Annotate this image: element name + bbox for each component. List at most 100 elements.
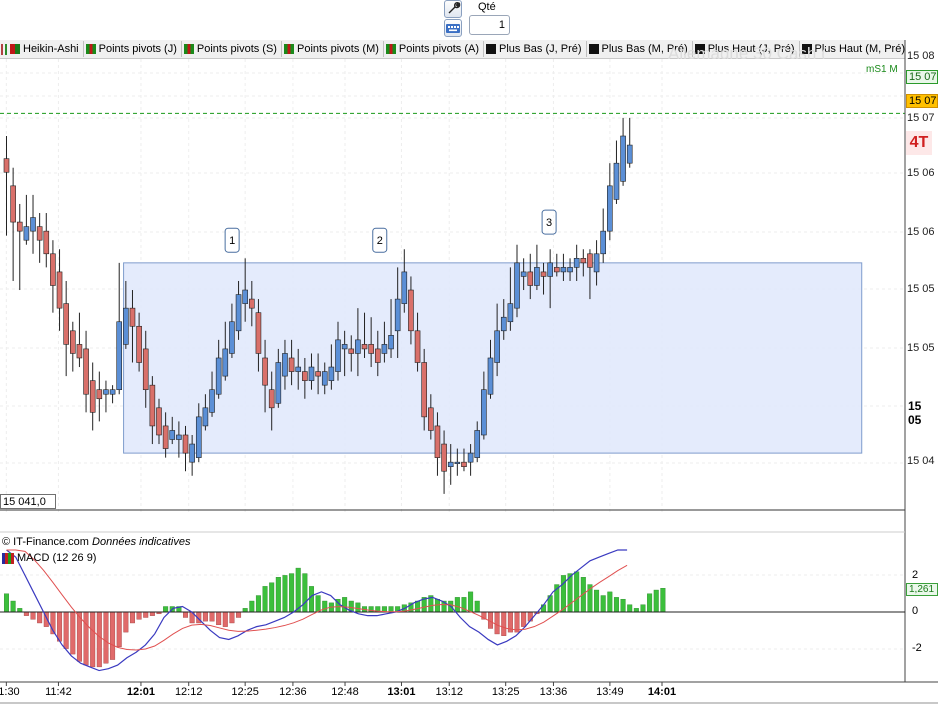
macd-histogram-bar <box>494 611 500 635</box>
candle-body <box>30 217 36 232</box>
candle-body <box>149 384 156 427</box>
candle-body <box>255 312 262 354</box>
candle-body <box>83 348 89 395</box>
macd-histogram-bar <box>322 600 328 613</box>
candle-body <box>461 461 467 468</box>
candle-body <box>593 253 600 273</box>
candle-body <box>123 307 129 345</box>
candle-body <box>109 389 116 395</box>
cursor-value-label: 15 041,0 <box>0 494 56 509</box>
candle-body <box>215 357 222 395</box>
macd-histogram-bar <box>434 598 440 613</box>
candle-body <box>348 348 355 354</box>
macd-histogram-bar <box>209 611 215 622</box>
price-chart[interactable]: 1 2 3 <box>0 0 938 704</box>
macd-histogram-bar <box>607 591 613 613</box>
time-tick-label: 13:49 <box>596 686 624 698</box>
macd-histogram-bar <box>647 593 653 613</box>
candle-body <box>573 258 580 268</box>
candle-body <box>195 416 202 458</box>
macd-histogram-bar <box>116 611 122 647</box>
annotation-label: 1 <box>229 235 235 247</box>
price-tick-label: 15 05 <box>907 283 935 295</box>
time-tick-label: 13:01 <box>387 686 416 698</box>
candle-body <box>162 425 169 449</box>
candle-body <box>288 357 295 372</box>
candle-body <box>408 289 414 332</box>
macd-histogram-bar <box>63 611 69 649</box>
candle-body <box>275 362 282 404</box>
macd-histogram-bar <box>23 611 29 616</box>
macd-histogram-bar <box>70 611 76 655</box>
macd-histogram-bar <box>255 595 261 613</box>
macd-histogram-bar <box>202 611 208 622</box>
macd-histogram-bar <box>388 606 394 613</box>
macd-histogram-bar <box>216 611 222 626</box>
candle-body <box>560 267 567 273</box>
candle-body <box>401 271 408 304</box>
candle-body <box>613 162 620 200</box>
bold-price-label: 15 05 <box>908 399 922 427</box>
candle-body <box>182 434 189 454</box>
candle-body <box>242 289 248 304</box>
candle-body <box>50 253 56 286</box>
candle-body <box>23 226 30 241</box>
candle-body <box>308 366 315 381</box>
macd-histogram-bar <box>627 604 633 613</box>
time-tick-label: 12:36 <box>279 686 307 698</box>
candle-body <box>368 344 374 354</box>
candle-body <box>587 253 593 268</box>
annotation-marker: 3 <box>541 209 557 235</box>
time-tick-label: 13:36 <box>539 686 568 698</box>
macd-histogram-bar <box>123 611 129 633</box>
macd-histogram-bar <box>149 611 155 616</box>
macd-histogram-bar <box>474 600 480 613</box>
time-tick-label: 14:01 <box>647 686 677 698</box>
candle-body <box>96 389 103 400</box>
candle-body <box>249 298 255 309</box>
macd-histogram-bar <box>613 597 619 613</box>
annotation-label: 2 <box>377 235 383 247</box>
macd-histogram-bar <box>600 595 606 613</box>
macd-histogram-bar <box>136 611 142 620</box>
macd-histogram-bar <box>129 611 135 624</box>
price-tick-label: 15 06 <box>907 226 935 238</box>
macd-histogram-bar <box>567 573 573 613</box>
candle-body <box>202 407 209 427</box>
candle-body <box>381 344 388 354</box>
current-price-label: 15 07 <box>906 94 938 108</box>
candle-body <box>434 425 441 458</box>
candle-body <box>421 362 427 418</box>
candle-body <box>235 294 242 332</box>
candle-body <box>534 267 540 286</box>
macd-histogram-bar <box>37 611 43 624</box>
candle-body <box>36 226 43 241</box>
macd-histogram-bar <box>90 611 96 668</box>
time-tick-label: 12:01 <box>126 686 156 698</box>
timeframe-badge[interactable]: 4T <box>906 131 932 155</box>
candle-body <box>507 303 514 323</box>
macd-histogram-bar <box>269 582 275 613</box>
candle-body <box>620 135 626 182</box>
candle-body <box>63 303 69 345</box>
level-tag: mS1 M <box>866 64 898 75</box>
time-tick-label: 13:12 <box>435 686 463 698</box>
annotation-label: 3 <box>546 217 552 229</box>
level-price-label: 15 07 <box>906 70 938 84</box>
candle-body <box>116 321 123 390</box>
macd-histogram-bar <box>640 604 646 613</box>
candle-body <box>16 221 23 232</box>
macd-title[interactable]: MACD (12 26 9) <box>0 551 96 565</box>
macd-value-label: 1,261 <box>906 583 938 596</box>
macd-histogram-bar <box>660 588 666 613</box>
macd-histogram-bar <box>236 611 242 618</box>
candle-body <box>454 461 461 464</box>
time-tick-label: 13:25 <box>491 686 520 698</box>
annotation-marker: 1 <box>224 227 240 253</box>
macd-histogram-bar <box>275 577 281 613</box>
candle-body <box>169 430 176 440</box>
candle-body <box>136 325 142 363</box>
candle-body <box>209 389 215 413</box>
candle-body <box>43 230 50 255</box>
candle-body <box>10 185 16 223</box>
